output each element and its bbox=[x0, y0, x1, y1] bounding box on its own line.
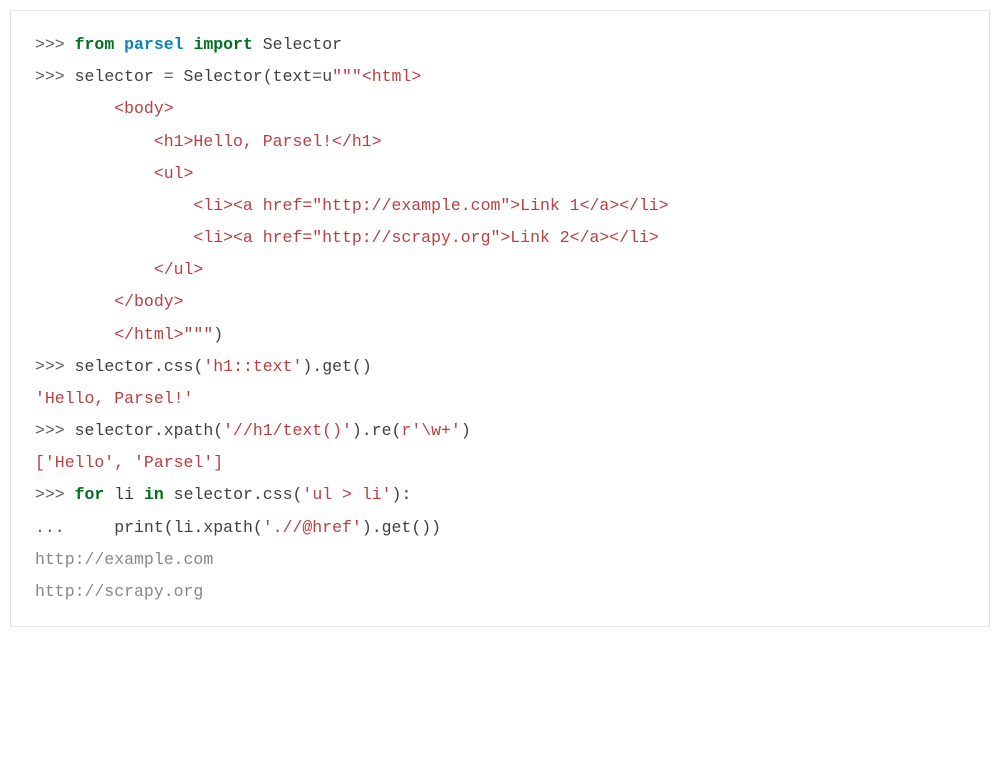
method-css: css bbox=[164, 357, 194, 376]
code-block: >>> from parsel import Selector >>> sele… bbox=[10, 10, 990, 627]
output-url2: http://scrapy.org bbox=[35, 582, 203, 601]
prompt: >>> bbox=[35, 485, 75, 504]
class-selector: Selector bbox=[263, 35, 342, 54]
string-css-h1: 'h1::text' bbox=[203, 357, 302, 376]
prompt-continuation: ... bbox=[35, 518, 114, 537]
module-parsel: parsel bbox=[124, 35, 183, 54]
string-html-close: </html> bbox=[35, 325, 184, 344]
output-url1: http://example.com bbox=[35, 550, 213, 569]
string-body-close: </body> bbox=[35, 292, 184, 311]
code-line-print: ... print(li.xpath('.//@href').get()) bbox=[35, 518, 441, 537]
method-xpath: xpath bbox=[164, 421, 214, 440]
string-html-open: <html> bbox=[362, 67, 421, 86]
keyword-from: from bbox=[75, 35, 115, 54]
string-body-open: <body> bbox=[35, 99, 174, 118]
keyword-for: for bbox=[75, 485, 105, 504]
string-xpath-h1: '//h1/text()' bbox=[223, 421, 352, 440]
keyword-import: import bbox=[193, 35, 252, 54]
code-line-1: >>> from parsel import Selector bbox=[35, 35, 342, 54]
string-css-ulli: 'ul > li' bbox=[302, 485, 391, 504]
code-line-for: >>> for li in selector.css('ul > li'): bbox=[35, 485, 411, 504]
var-selector: selector bbox=[75, 67, 154, 86]
prompt: >>> bbox=[35, 421, 75, 440]
code-line-xpath-re: >>> selector.xpath('//h1/text()').re(r'\… bbox=[35, 421, 471, 440]
prompt: >>> bbox=[35, 67, 75, 86]
code-line-css-get: >>> selector.css('h1::text').get() bbox=[35, 357, 372, 376]
string-triple-quote-open: """ bbox=[332, 67, 362, 86]
string-xpath-href: './/@href' bbox=[263, 518, 362, 537]
string-ul-open: <ul> bbox=[35, 164, 193, 183]
method-get: get bbox=[322, 357, 352, 376]
keyword-in: in bbox=[144, 485, 164, 504]
code-line-html-close: </html>""") bbox=[35, 325, 223, 344]
result-hello-parsel: 'Hello, Parsel!' bbox=[35, 389, 193, 408]
result-list: ['Hello', 'Parsel'] bbox=[35, 453, 223, 472]
string-h1: <h1>Hello, Parsel!</h1> bbox=[35, 132, 382, 151]
class-selector: Selector bbox=[184, 67, 263, 86]
kwarg-text: text bbox=[273, 67, 313, 86]
prompt: >>> bbox=[35, 35, 75, 54]
func-print: print bbox=[114, 518, 164, 537]
var-li: li bbox=[114, 485, 134, 504]
method-re: re bbox=[372, 421, 392, 440]
string-li2: <li><a href="http://scrapy.org">Link 2</… bbox=[35, 228, 659, 247]
prompt: >>> bbox=[35, 357, 75, 376]
string-re-word: r'\w+' bbox=[401, 421, 460, 440]
operator-assign: = bbox=[154, 67, 184, 86]
string-triple-quote-close: """ bbox=[184, 325, 214, 344]
string-ul-close: </ul> bbox=[35, 260, 203, 279]
string-li1: <li><a href="http://example.com">Link 1<… bbox=[35, 196, 669, 215]
code-line-2: >>> selector = Selector(text=u"""<html> bbox=[35, 67, 421, 86]
unicode-prefix: u bbox=[322, 67, 332, 86]
